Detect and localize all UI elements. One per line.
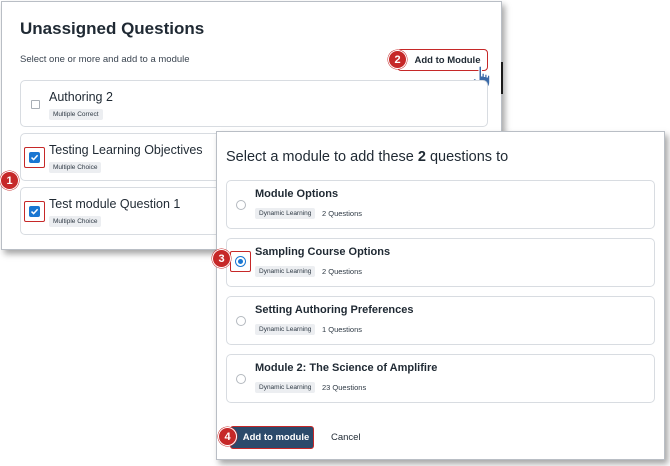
question-type-tag: Multiple Choice <box>49 216 102 227</box>
step-badge-3: 3 <box>212 249 231 268</box>
module-option-module-options[interactable]: Module Options Dynamic Learning 2 Questi… <box>226 180 655 229</box>
question-title: Test module Question 1 <box>49 197 181 211</box>
module-radio[interactable] <box>236 200 246 210</box>
module-option-setting-authoring-preferences[interactable]: Setting Authoring Preferences Dynamic Le… <box>226 296 655 345</box>
question-title: Authoring 2 <box>49 90 113 104</box>
step-badge-4: 4 <box>218 427 237 446</box>
module-option-module-2-science-of-amplifire[interactable]: Module 2: The Science of Amplifire Dynam… <box>226 354 655 403</box>
dialog-title: Select a module to add these 2 questions… <box>226 149 508 165</box>
module-question-count: 23 Questions <box>322 383 367 392</box>
module-name: Module Options <box>255 188 339 200</box>
question-checkbox[interactable] <box>24 147 45 168</box>
question-type-tag: Multiple Choice <box>49 162 102 173</box>
add-to-module-submit-label: Add to module <box>242 432 310 443</box>
module-name: Sampling Course Options <box>255 246 391 258</box>
cancel-button[interactable]: Cancel <box>331 432 361 443</box>
checkmark-icon <box>29 152 40 163</box>
question-title: Testing Learning Objectives <box>49 143 203 157</box>
question-checkbox[interactable] <box>24 201 45 222</box>
module-name: Module 2: The Science of Amplifire <box>255 362 438 374</box>
radio-selected-icon <box>235 256 246 267</box>
module-type-tag: Dynamic Learning <box>255 324 316 335</box>
module-radio[interactable] <box>236 374 246 384</box>
dialog-title-prefix: Select a module to add these <box>226 149 414 165</box>
module-radio[interactable] <box>230 251 251 272</box>
instruction-text: Select one or more and add to a module <box>20 54 190 65</box>
module-type-tag: Dynamic Learning <box>255 208 316 219</box>
dialog-title-count: 2 <box>417 149 426 165</box>
question-type-tag: Multiple Correct <box>49 109 103 120</box>
module-question-count: 2 Questions <box>322 209 363 218</box>
select-module-dialog: Select a module to add these 2 questions… <box>216 131 665 460</box>
page-title: Unassigned Questions <box>20 19 205 38</box>
add-to-module-label: Add to Module <box>414 54 481 66</box>
module-option-sampling-course-options[interactable]: Sampling Course Options Dynamic Learning… <box>226 238 655 287</box>
module-type-tag: Dynamic Learning <box>255 382 316 393</box>
module-type-tag: Dynamic Learning <box>255 266 316 277</box>
module-name: Setting Authoring Preferences <box>255 304 414 316</box>
checkmark-icon <box>29 206 40 217</box>
window-edge-divider <box>501 62 503 94</box>
dialog-title-suffix: questions to <box>429 149 509 165</box>
module-question-count: 2 Questions <box>322 267 363 276</box>
module-radio[interactable] <box>236 316 246 326</box>
add-to-module-submit-button[interactable]: Add to module <box>230 426 314 449</box>
module-question-count: 1 Questions <box>322 325 363 334</box>
step-badge-1: 1 <box>0 171 19 190</box>
step-badge-2: 2 <box>388 50 407 69</box>
question-card-authoring-2[interactable]: Authoring 2 Multiple Correct <box>20 80 488 127</box>
question-checkbox[interactable] <box>31 100 40 109</box>
